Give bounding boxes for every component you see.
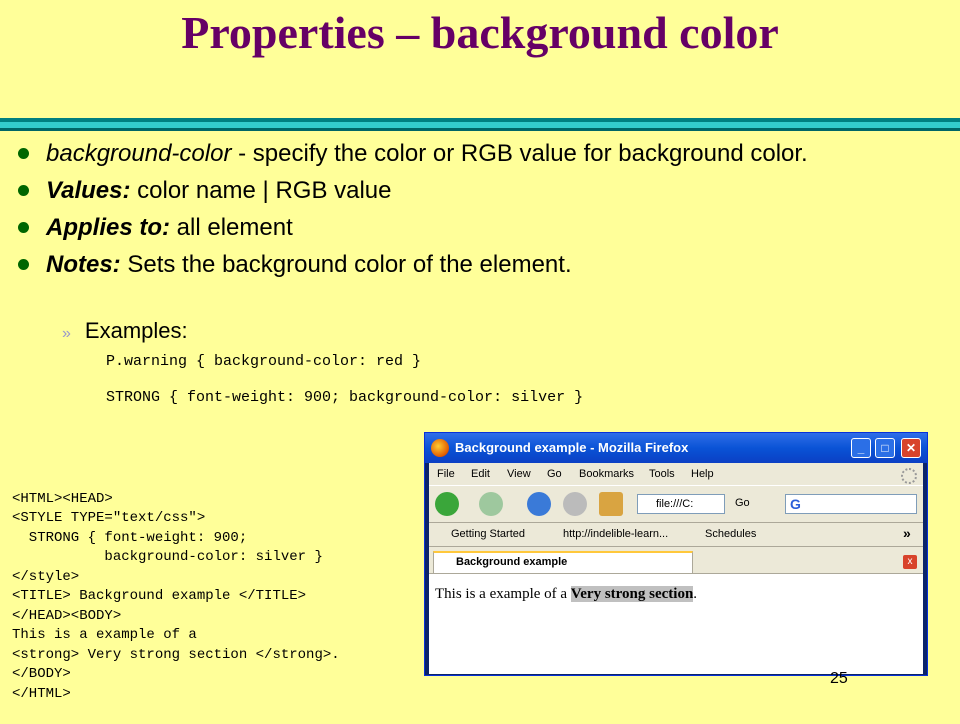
firefox-logo-icon [431, 439, 449, 457]
code-example-2: STRONG { font-weight: 900; background-co… [106, 389, 584, 406]
bullet-applies-to: Applies to: all element [18, 214, 938, 241]
code-line: background-color: silver } [12, 549, 323, 565]
maximize-button[interactable]: □ [875, 438, 895, 458]
code-line: STRONG { font-weight: 900; [12, 529, 248, 546]
code-line: </HEAD><BODY> [12, 607, 122, 624]
menu-edit[interactable]: Edit [471, 468, 490, 480]
code-line: <strong> Very strong section </strong>. [12, 646, 340, 663]
code-example-1: P.warning { background-color: red } [106, 353, 422, 370]
code-line: <STYLE TYPE="text/css"> [12, 510, 206, 526]
title-divider-bottom [0, 128, 960, 131]
tab-background-example[interactable]: Background example [433, 551, 693, 573]
bullet-list: background-color - specify the color or … [18, 140, 938, 288]
google-search-icon: G [790, 496, 801, 512]
menu-go[interactable]: Go [547, 468, 562, 480]
page-content: This is a example of a Very strong secti… [429, 573, 923, 674]
bullet-term: Notes: [46, 251, 121, 278]
code-line: </style> [12, 568, 80, 585]
bullet-values: Values: color name | RGB value [18, 177, 938, 204]
subbullet-chevron-icon: » [62, 325, 71, 342]
go-button[interactable]: Go [735, 497, 750, 509]
content-line: This is a example of a Very strong secti… [435, 586, 697, 603]
code-line: <HTML><HEAD> [12, 490, 113, 507]
navigation-toolbar: file:///C: Go G [429, 485, 923, 523]
examples-label: Examples: [84, 318, 188, 343]
close-tab-icon[interactable]: x [903, 555, 917, 569]
browser-menubar: File Edit View Go Bookmarks Tools Help [429, 463, 923, 485]
forward-arrow-icon[interactable] [479, 492, 503, 516]
browser-titlebar[interactable]: Background example - Mozilla Firefox _ □… [425, 433, 927, 463]
menu-bookmarks[interactable]: Bookmarks [579, 468, 634, 480]
bullet-text: all element [170, 214, 293, 241]
browser-window: Background example - Mozilla Firefox _ □… [424, 432, 928, 676]
bookmark-getting-started[interactable]: Getting Started [451, 528, 525, 540]
code-line: <TITLE> Background example </TITLE> [12, 588, 307, 604]
stop-icon[interactable] [563, 492, 587, 516]
code-line: </HTML> [12, 685, 71, 702]
bullet-text: - specify the color or RGB value for bac… [231, 140, 808, 167]
browser-client-area: File Edit View Go Bookmarks Tools Help f… [429, 463, 923, 674]
menu-file[interactable]: File [437, 468, 455, 480]
bookmarks-toolbar: Getting Started http://indelible-learn..… [429, 522, 923, 547]
bookmark-indelible-learn[interactable]: http://indelible-learn... [563, 528, 668, 540]
bullet-dot-icon [18, 148, 29, 159]
tab-strip: Background example x [429, 547, 923, 573]
url-field[interactable]: file:///C: [637, 494, 725, 514]
throbber-icon [901, 468, 917, 484]
bullet-term: Applies to: [46, 214, 170, 241]
minimize-button[interactable]: _ [851, 438, 871, 458]
bookmark-schedules[interactable]: Schedules [705, 528, 756, 540]
tab-label: Background example [456, 556, 568, 568]
bullet-dot-icon [18, 222, 29, 233]
bullet-term: Values: [46, 177, 131, 204]
strong-section: Very strong section [570, 586, 694, 602]
menu-help[interactable]: Help [691, 468, 714, 480]
url-text: file:///C: [656, 498, 694, 510]
bullet-notes: Notes: Sets the background color of the … [18, 251, 938, 278]
browser-window-title: Background example - Mozilla Firefox [455, 440, 689, 455]
slide-title: Properties – background color [181, 7, 779, 58]
close-window-button[interactable]: ✕ [901, 438, 921, 458]
back-arrow-icon[interactable] [435, 492, 459, 516]
menu-view[interactable]: View [507, 468, 531, 480]
search-field[interactable]: G [785, 494, 917, 514]
page-number: 25 [830, 670, 848, 687]
bullet-dot-icon [18, 185, 29, 196]
examples-subbullet: » Examples: [62, 318, 188, 344]
reload-icon[interactable] [527, 492, 551, 516]
bullet-dot-icon [18, 259, 29, 270]
html-source-listing: <HTML><HEAD> <STYLE TYPE="text/css"> STRO… [12, 470, 340, 724]
bullet-text: color name | RGB value [130, 177, 392, 204]
menu-tools[interactable]: Tools [649, 468, 675, 480]
content-suffix: . [693, 586, 698, 602]
bullet-text: Sets the background color of the element… [120, 251, 572, 278]
code-line: This is a example of a [12, 627, 197, 643]
home-icon[interactable] [599, 492, 623, 516]
bullet-background-color: background-color - specify the color or … [18, 140, 938, 167]
content-prefix: This is a example of a [435, 586, 571, 602]
bullet-term: background-color [46, 140, 232, 167]
code-line: </BODY> [12, 666, 71, 682]
bookmarks-overflow-icon[interactable]: » [903, 525, 911, 541]
